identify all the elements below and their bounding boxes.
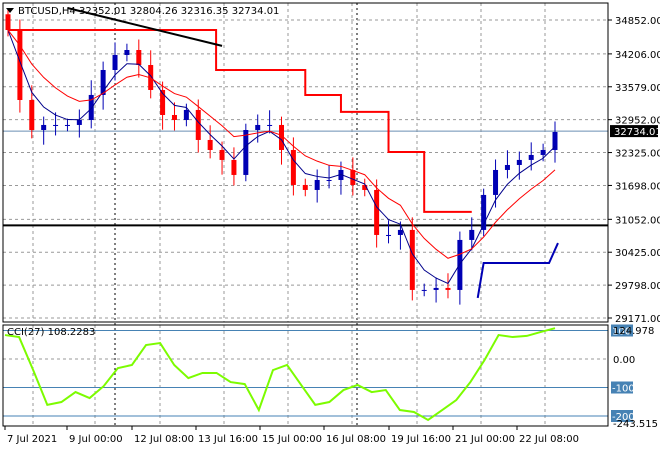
grid xyxy=(3,3,608,426)
bull-candle xyxy=(540,149,546,155)
bull-candle xyxy=(552,131,558,150)
cci-axis-label: 0.00 xyxy=(613,355,635,366)
bull-candle xyxy=(469,229,475,240)
xtick-label: 12 Jul 08:00 xyxy=(134,434,194,445)
cci-axis-label: 124.978 xyxy=(613,326,654,337)
bull-candle xyxy=(528,154,534,160)
xtick-label: 13 Jul 16:00 xyxy=(198,434,258,445)
xtick-label: 21 Jul 00:00 xyxy=(455,434,515,445)
bull-candle xyxy=(433,287,439,290)
bear-candle xyxy=(302,184,308,190)
ytick-label: 34852.00 xyxy=(615,16,660,27)
bull-candle xyxy=(53,124,59,126)
bear-candle xyxy=(290,149,296,185)
bull-candle xyxy=(76,119,82,125)
bear-candle xyxy=(409,229,415,290)
bear-candle xyxy=(5,14,11,31)
bull-candle xyxy=(493,169,499,195)
bull-candle xyxy=(255,124,261,130)
bull-candle xyxy=(112,54,118,70)
bull-candle xyxy=(41,124,47,130)
cci-axis-label: -243.515 xyxy=(613,419,658,430)
bull-candle xyxy=(183,109,189,120)
bull-candle xyxy=(124,50,130,55)
ytick-label: 32325.00 xyxy=(615,149,660,160)
xtick-label: 7 Jul 2021 xyxy=(7,434,57,445)
bull-candle xyxy=(457,239,463,290)
xtick-label: 9 Jul 00:00 xyxy=(69,434,123,445)
bear-candle xyxy=(350,169,356,185)
xtick-label: 19 Jul 16:00 xyxy=(391,434,451,445)
chart-canvas[interactable]: 7 Jul 2021 9 Jul 00:00 12 Jul 08:00 13 Jul … xyxy=(0,0,660,450)
xtick-label: 22 Jul 08:00 xyxy=(519,434,579,445)
axes: 7 Jul 2021 9 Jul 00:00 12 Jul 08:00 13 Jul … xyxy=(2,2,660,445)
bull-candle xyxy=(386,234,392,236)
bear-candle xyxy=(171,114,177,120)
ytick-label: 33579.00 xyxy=(615,83,660,94)
bear-candle xyxy=(29,99,35,130)
ohlc-header: BTCUSD,H4 32352.01 32804.26 32316.35 327… xyxy=(18,6,279,17)
bear-candle xyxy=(231,159,237,175)
bear-candle xyxy=(219,149,225,160)
bull-candle xyxy=(314,179,320,190)
cci-series xyxy=(3,327,608,422)
bear-candle xyxy=(195,109,201,140)
bear-candle xyxy=(374,189,380,235)
ytick-label: 30425.00 xyxy=(615,248,660,259)
price-series xyxy=(3,7,608,305)
ytick-label: 34206.00 xyxy=(615,50,660,61)
bull-candle xyxy=(397,229,403,235)
ytick-label: 31698.00 xyxy=(615,181,660,192)
bear-candle xyxy=(445,287,451,290)
bull-candle xyxy=(326,179,332,181)
cci-line xyxy=(4,327,556,422)
lower-step-line xyxy=(476,242,559,299)
bear-candle xyxy=(207,139,213,150)
bull-candle xyxy=(421,289,427,291)
ytick-label: 31052.00 xyxy=(615,215,660,226)
chart-window[interactable]: 7 Jul 2021 9 Jul 00:00 12 Jul 08:00 13 Jul … xyxy=(0,0,660,450)
xtick-label: 16 Jul 08:00 xyxy=(326,434,386,445)
ytick-label: 29171.00 xyxy=(615,314,660,325)
bear-candle xyxy=(136,50,142,66)
dropdown-triangle-icon[interactable] xyxy=(6,8,14,13)
bull-candle xyxy=(516,159,522,165)
ytick-label: 32952.00 xyxy=(615,116,660,127)
cci-label: CCI(27) 108.2283 xyxy=(7,327,95,338)
cci-level-label: -100 xyxy=(612,384,635,395)
xtick-label: 15 Jul 00:00 xyxy=(262,434,322,445)
bull-candle xyxy=(64,124,70,126)
cci-pane-border xyxy=(2,324,609,427)
bull-candle xyxy=(267,124,273,126)
current-price-label: 32734.01 xyxy=(614,127,660,138)
ytick-label: 29798.00 xyxy=(615,281,660,292)
bull-candle xyxy=(504,164,510,170)
bull-candle xyxy=(243,129,249,175)
